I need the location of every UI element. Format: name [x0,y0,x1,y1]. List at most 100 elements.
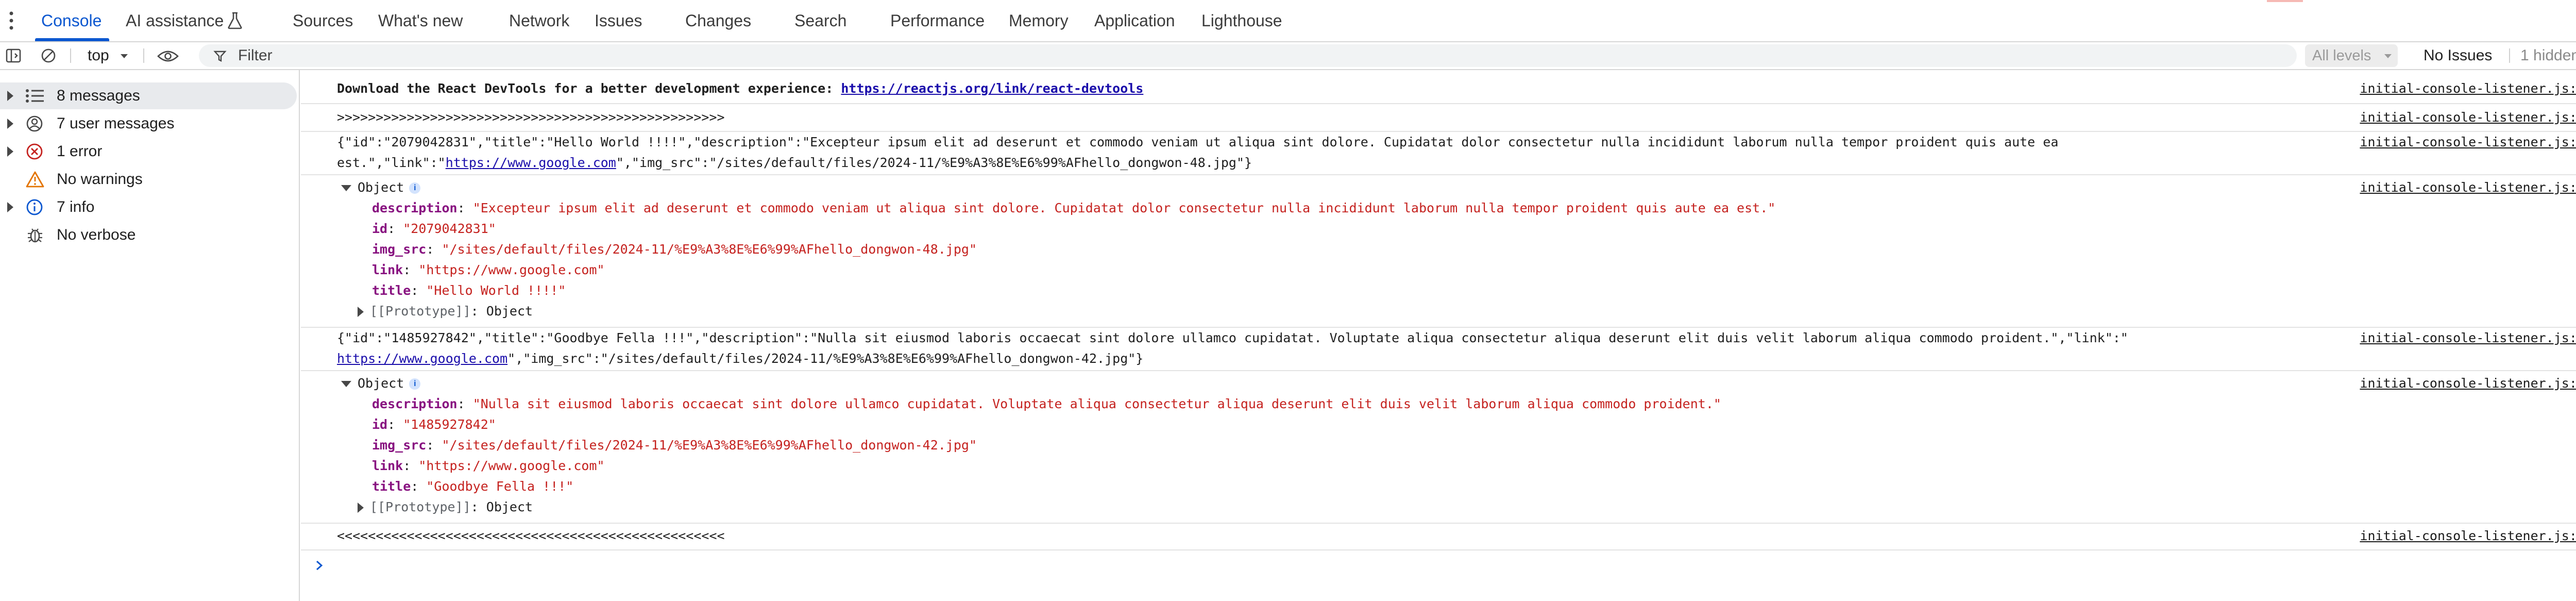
prompt-chevron-icon [315,560,324,571]
console-message: >>>>>>>>>>>>>>>>>>>>>>>>>>>>>>>>>>>>>>>>… [301,104,2576,132]
source-link[interactable]: initial-console-listener.js:85 [2360,328,2576,348]
object-property: id: "1485927842" [372,417,496,432]
tab-application[interactable]: Application [1094,8,1175,33]
tab-performance[interactable]: Performance [890,8,985,33]
message-text: {"id":"2079042831","title":"Hello World … [337,132,2058,173]
sidebar-item-user-messages[interactable]: 7 user messages [0,110,297,137]
source-link[interactable]: initial-console-listener.js:85 [2360,373,2576,394]
warning-icon [26,171,44,188]
sidebar-item-warnings[interactable]: No warnings [0,166,297,193]
chevron-down-icon [2383,53,2393,59]
object-property: title: "Hello World !!!!" [372,283,566,298]
sidebar-item-label: 1 error [57,143,103,160]
json-line: {"id":"2079042831","title":"Hello World … [337,135,2059,149]
source-link[interactable]: initial-console-listener.js:85 [2360,132,2576,153]
expand-arrow-icon[interactable] [7,146,13,157]
expand-arrow-icon[interactable] [7,202,13,212]
object-header[interactable]: Object i [341,177,421,198]
object-label: Object [358,180,404,195]
console-message: {"id":"2079042831","title":"Hello World … [301,132,2576,175]
user-icon [26,115,43,132]
console-sidebar: 8 messages 7 user messages 1 error No wa… [0,70,300,601]
sidebar-item-errors[interactable]: 1 error [0,138,297,165]
collapse-arrow-icon[interactable] [341,185,351,191]
console-message: Object i description: "Excepteur ipsum el… [301,175,2576,328]
tab-bar-edge-marker [2267,0,2303,2]
tab-memory[interactable]: Memory [1009,8,1069,33]
source-link[interactable]: initial-console-listener.js:85 [2360,78,2576,99]
prototype-row[interactable]: [[Prototype]]: Object [358,497,533,517]
clear-console-icon[interactable] [40,47,57,64]
info-icon [26,198,43,216]
prototype-key: [[Prototype]] [370,304,471,319]
property-value: "/sites/default/files/2024-11/%E9%A3%8E%… [442,438,977,453]
property-value: "Excepteur ipsum elit ad deserunt et com… [472,201,1776,215]
object-property: title: "Goodbye Fella !!!" [372,479,574,494]
sidebar-item-messages[interactable]: 8 messages [0,82,297,109]
tab-ai-assistance[interactable]: AI assistance [126,8,224,33]
json-link[interactable]: https://www.google.com [446,155,616,170]
property-key: link [372,458,403,473]
tab-sources[interactable]: Sources [293,8,353,33]
tab-issues[interactable]: Issues [595,8,642,33]
json-line: {"id":"1485927842","title":"Goodbye Fell… [337,330,2128,345]
console-message: <<<<<<<<<<<<<<<<<<<<<<<<<<<<<<<<<<<<<<<<… [301,524,2576,550]
bug-icon [27,226,43,244]
object-property: img_src: "/sites/default/files/2024-11/%… [372,438,977,453]
more-options-icon[interactable] [8,8,14,33]
tab-changes[interactable]: Changes [685,8,751,33]
object-header[interactable]: Object i [341,373,421,394]
property-value: "Hello World !!!!" [426,283,566,298]
message-text: Download the React DevTools for a better… [337,78,1143,99]
object-property: link: "https://www.google.com" [372,458,605,473]
expand-arrow-icon[interactable] [358,307,364,317]
collapse-arrow-icon[interactable] [341,381,351,387]
property-value: "https://www.google.com" [418,262,605,277]
prototype-key: [[Prototype]] [370,499,471,514]
message-text: >>>>>>>>>>>>>>>>>>>>>>>>>>>>>>>>>>>>>>>>… [337,110,725,125]
prototype-value: Object [486,499,533,514]
console-message: {"id":"1485927842","title":"Goodbye Fell… [301,328,2576,371]
console-prompt-input[interactable] [301,550,2576,581]
react-devtools-link[interactable]: https://reactjs.org/link/react-devtools [841,81,1143,96]
tab-whats-new[interactable]: What's new [378,8,463,33]
filter-input[interactable] [199,44,2297,67]
tab-lighthouse[interactable]: Lighthouse [1201,8,1282,33]
list-icon [25,89,45,103]
filter-placeholder: Filter [238,47,273,64]
property-key: description [372,201,457,215]
property-value: "https://www.google.com" [418,458,605,473]
sidebar-item-verbose[interactable]: No verbose [0,222,297,248]
tab-console[interactable]: Console [41,8,101,33]
sidebar-item-info[interactable]: 7 info [0,194,297,221]
devtools-tab-bar: Console AI assistance Sources What's new… [0,0,2576,42]
json-line: ","img_src":"/sites/default/files/2024-1… [616,155,1252,170]
toggle-sidebar-icon[interactable] [5,47,22,64]
sidebar-item-label: No verbose [57,226,136,243]
devtools-prefix: Download the React DevTools for a better… [337,81,841,96]
console-message: Object i description: "Nulla sit eiusmod … [301,371,2576,524]
expand-arrow-icon[interactable] [358,503,364,513]
source-link[interactable]: initial-console-listener.js:85 [2360,107,2576,128]
source-link[interactable]: initial-console-listener.js:85 [2360,526,2576,546]
source-link[interactable]: initial-console-listener.js:85 [2360,177,2576,198]
sidebar-item-label: No warnings [57,171,143,188]
tab-network[interactable]: Network [509,8,569,33]
issues-counter[interactable]: No Issues [2424,42,2492,69]
toolbar-divider [2509,48,2510,63]
info-badge-icon: i [409,378,421,390]
context-selector[interactable]: top [88,42,109,69]
json-link[interactable]: https://www.google.com [337,351,507,366]
object-label: Object [358,376,404,391]
json-line: ","img_src":"/sites/default/files/2024-1… [507,351,1144,366]
json-line: est.","link":" [337,155,446,170]
object-property: description: "Excepteur ipsum elit ad de… [372,201,1776,215]
message-text: <<<<<<<<<<<<<<<<<<<<<<<<<<<<<<<<<<<<<<<<… [337,528,725,543]
chevron-down-icon[interactable] [120,53,129,59]
tab-search[interactable]: Search [794,8,846,33]
live-expression-eye-icon[interactable] [157,48,179,64]
expand-arrow-icon[interactable] [7,119,13,129]
hidden-count: 1 hidden [2520,47,2576,64]
prototype-row[interactable]: [[Prototype]]: Object [358,301,533,322]
expand-arrow-icon[interactable] [7,91,13,101]
